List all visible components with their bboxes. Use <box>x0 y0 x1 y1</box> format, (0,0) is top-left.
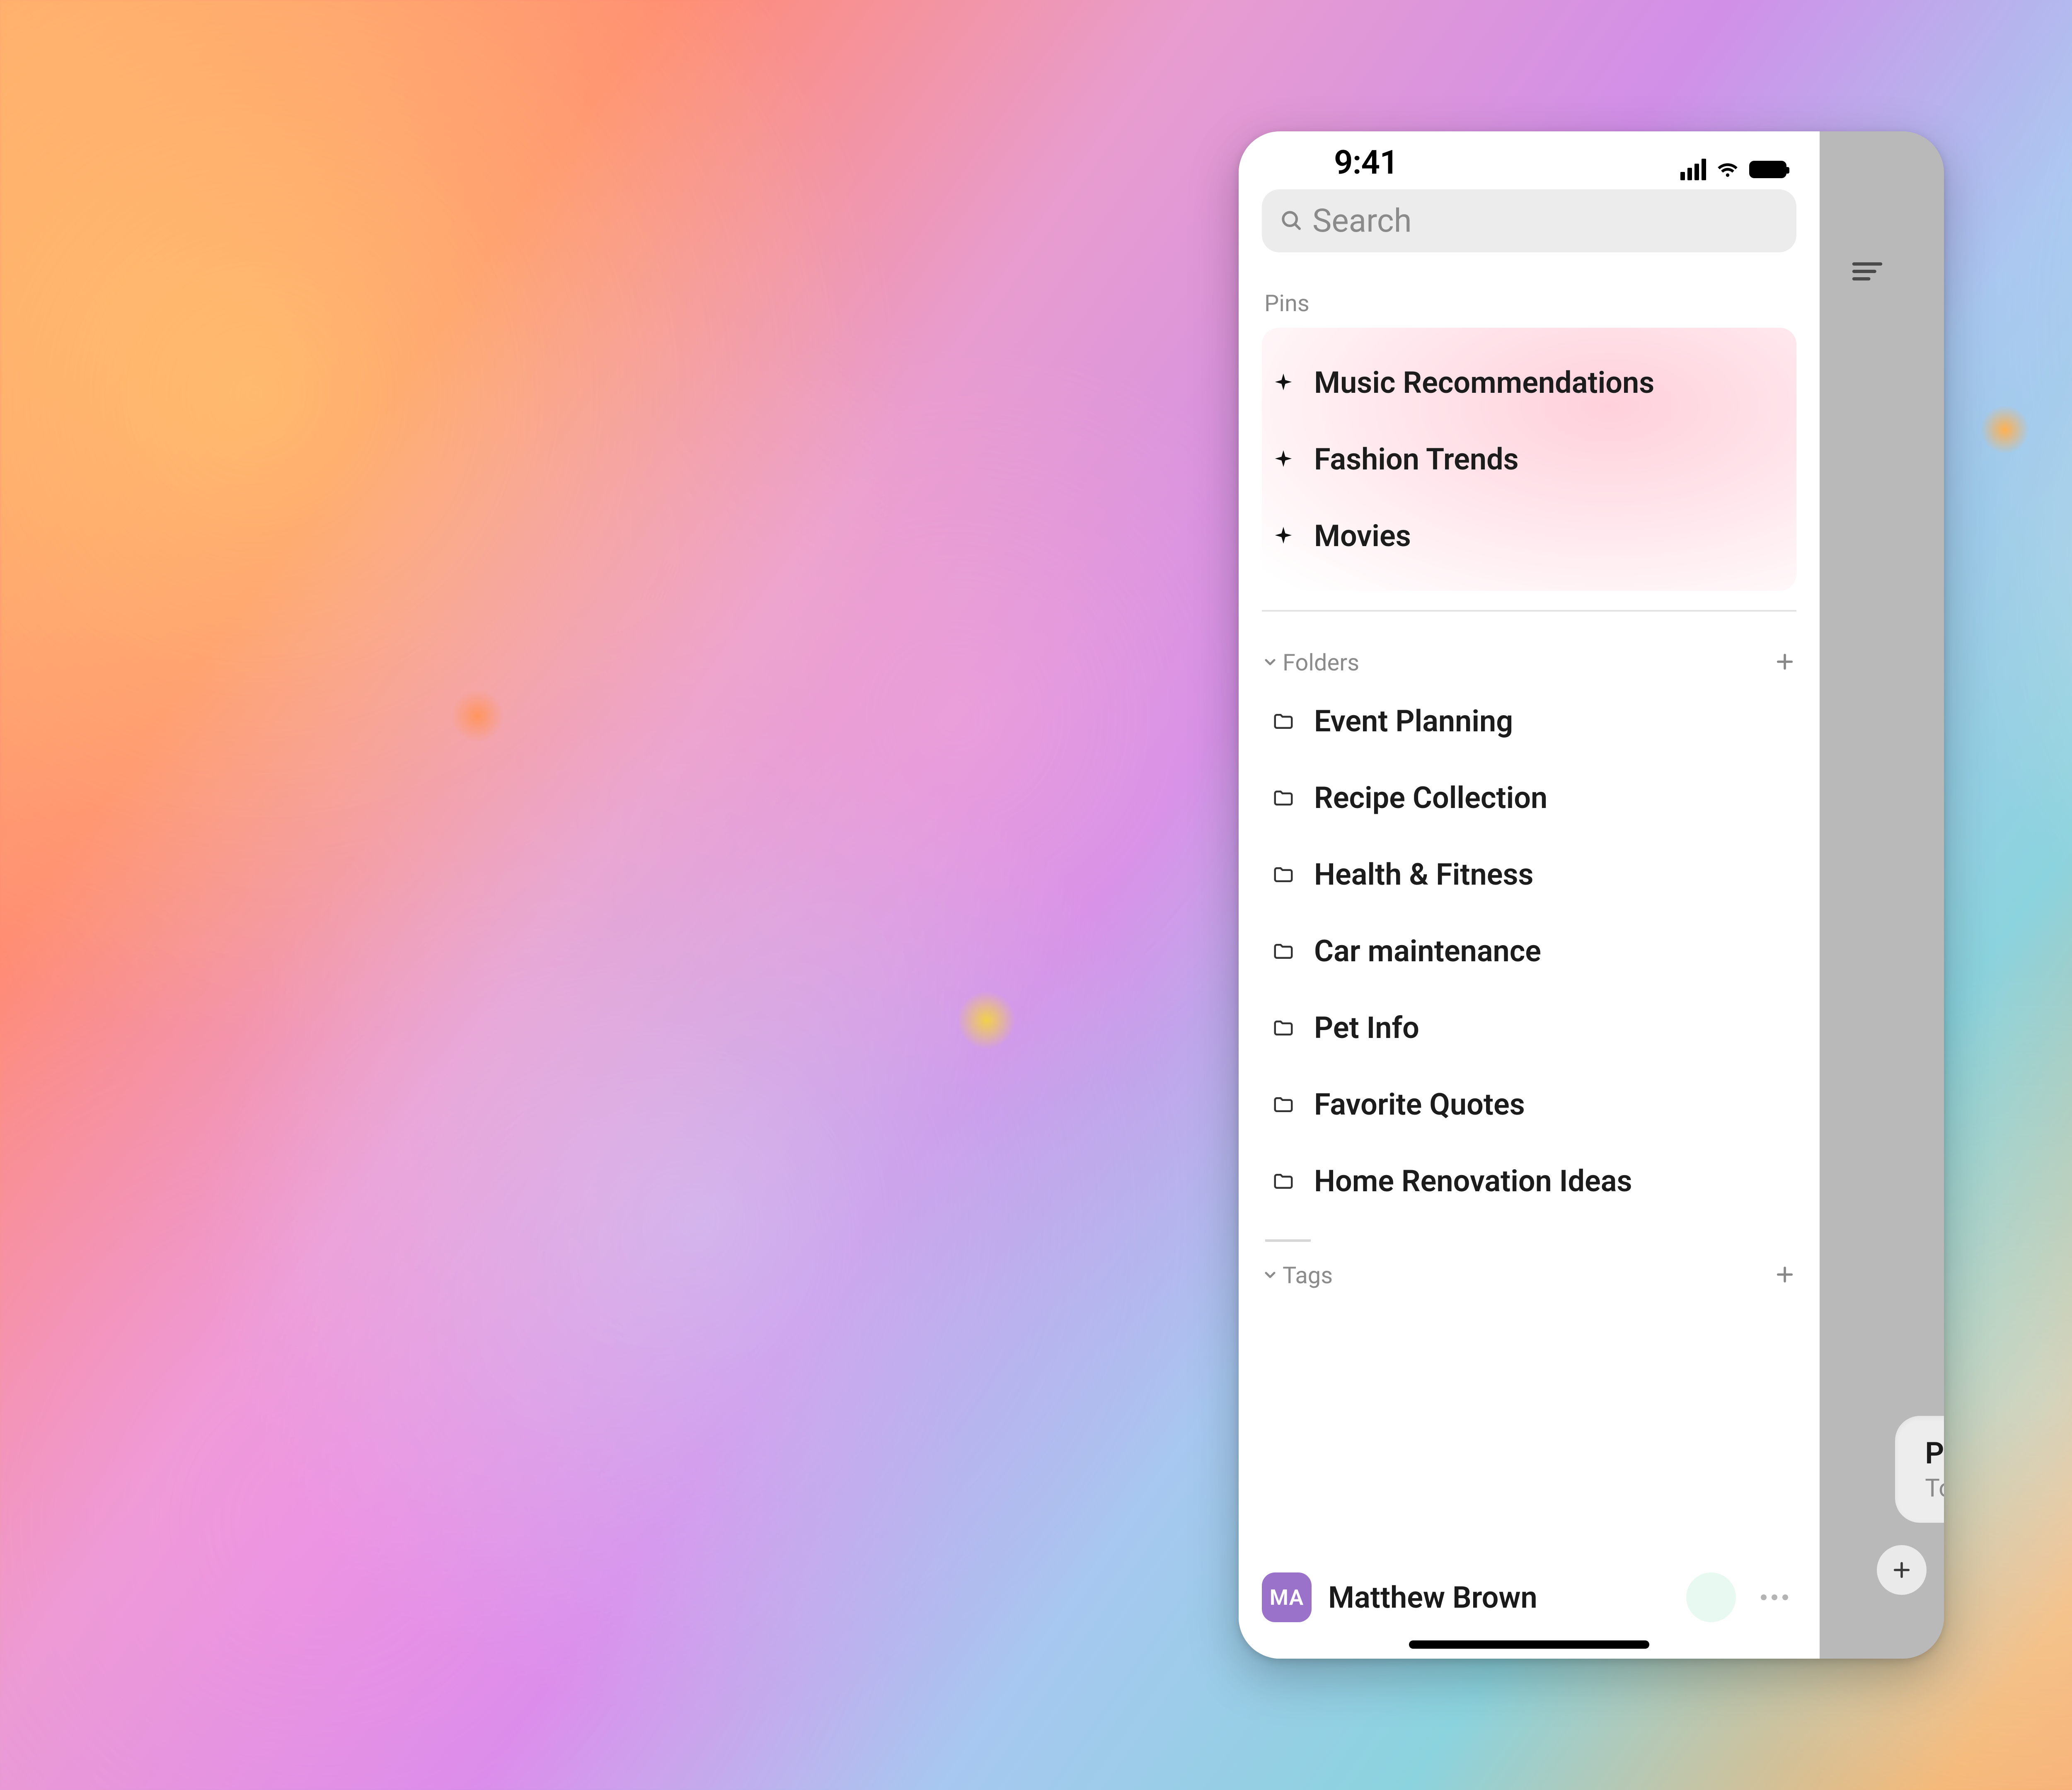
sparkle-icon <box>1271 525 1296 547</box>
add-folder-button[interactable] <box>1773 650 1796 675</box>
folder-item-favorite-quotes[interactable]: Favorite Quotes <box>1262 1066 1796 1143</box>
status-bar: 9:41 <box>1239 131 1820 185</box>
pin-label: Fashion Trends <box>1314 442 1519 477</box>
search-placeholder: Search <box>1312 202 1412 240</box>
divider <box>1265 1239 1311 1242</box>
more-menu-button[interactable] <box>1752 1586 1796 1609</box>
folder-icon <box>1271 787 1296 809</box>
folder-item-pet-info[interactable]: Pet Info <box>1262 989 1796 1066</box>
folder-icon <box>1271 1170 1296 1193</box>
folder-label: Pet Info <box>1314 1010 1419 1045</box>
home-indicator[interactable] <box>1409 1640 1649 1649</box>
sparkle-icon <box>1271 372 1296 394</box>
divider <box>1262 610 1796 612</box>
folder-icon <box>1271 864 1296 886</box>
wifi-icon <box>1716 157 1739 182</box>
folder-label: Home Renovation Ideas <box>1314 1164 1632 1199</box>
folder-icon <box>1271 1017 1296 1039</box>
folder-label: Favorite Quotes <box>1314 1087 1525 1122</box>
pins-list: Music Recommendations Fashion Trends Mov… <box>1262 328 1796 591</box>
chevron-down-icon <box>1262 1262 1278 1289</box>
status-time: 9:41 <box>1334 143 1398 182</box>
folder-label: Car maintenance <box>1314 934 1541 969</box>
phone-frame: Plan To ex 9:41 <box>1239 131 1944 1659</box>
settings-hint[interactable] <box>1686 1572 1736 1622</box>
pins-section-label: Pins <box>1264 290 1796 317</box>
folders-section-label: Folders <box>1283 649 1359 676</box>
tags-section-toggle[interactable]: Tags <box>1262 1262 1333 1289</box>
peek-subtitle: To ex <box>1925 1473 1944 1503</box>
folders-section-toggle[interactable]: Folders <box>1262 649 1359 676</box>
folder-label: Event Planning <box>1314 704 1513 739</box>
pin-item-music[interactable]: Music Recommendations <box>1262 344 1796 421</box>
folder-label: Recipe Collection <box>1314 780 1547 815</box>
peek-card[interactable]: Plan To ex <box>1895 1416 1944 1523</box>
pin-label: Music Recommendations <box>1314 365 1654 400</box>
folder-item-car-maintenance[interactable]: Car maintenance <box>1262 913 1796 989</box>
folder-icon <box>1271 1093 1296 1116</box>
tags-section-label: Tags <box>1283 1262 1333 1289</box>
pin-label: Movies <box>1314 518 1411 554</box>
new-note-fab[interactable] <box>1877 1545 1927 1595</box>
pin-item-fashion[interactable]: Fashion Trends <box>1262 421 1796 498</box>
sidebar-drawer: 9:41 Search <box>1239 131 1820 1659</box>
avatar[interactable]: MA <box>1262 1572 1312 1622</box>
folder-icon <box>1271 940 1296 963</box>
folder-item-home-renovation[interactable]: Home Renovation Ideas <box>1262 1143 1796 1219</box>
user-name: Matthew Brown <box>1328 1580 1670 1615</box>
pin-item-movies[interactable]: Movies <box>1262 498 1796 574</box>
battery-icon <box>1749 161 1786 178</box>
folder-item-recipe-collection[interactable]: Recipe Collection <box>1262 760 1796 836</box>
folder-label: Health & Fitness <box>1314 857 1534 892</box>
search-input[interactable]: Search <box>1262 189 1796 252</box>
collapse-sidebar-button[interactable] <box>1849 254 1885 291</box>
folder-icon <box>1271 710 1296 733</box>
peek-title: Plan <box>1925 1436 1944 1471</box>
sparkle-icon <box>1271 448 1296 471</box>
search-icon <box>1279 208 1302 233</box>
folder-item-event-planning[interactable]: Event Planning <box>1262 683 1796 760</box>
cellular-icon <box>1680 159 1706 180</box>
add-tag-button[interactable] <box>1773 1263 1796 1288</box>
folder-item-health-fitness[interactable]: Health & Fitness <box>1262 836 1796 913</box>
chevron-down-icon <box>1262 649 1278 676</box>
